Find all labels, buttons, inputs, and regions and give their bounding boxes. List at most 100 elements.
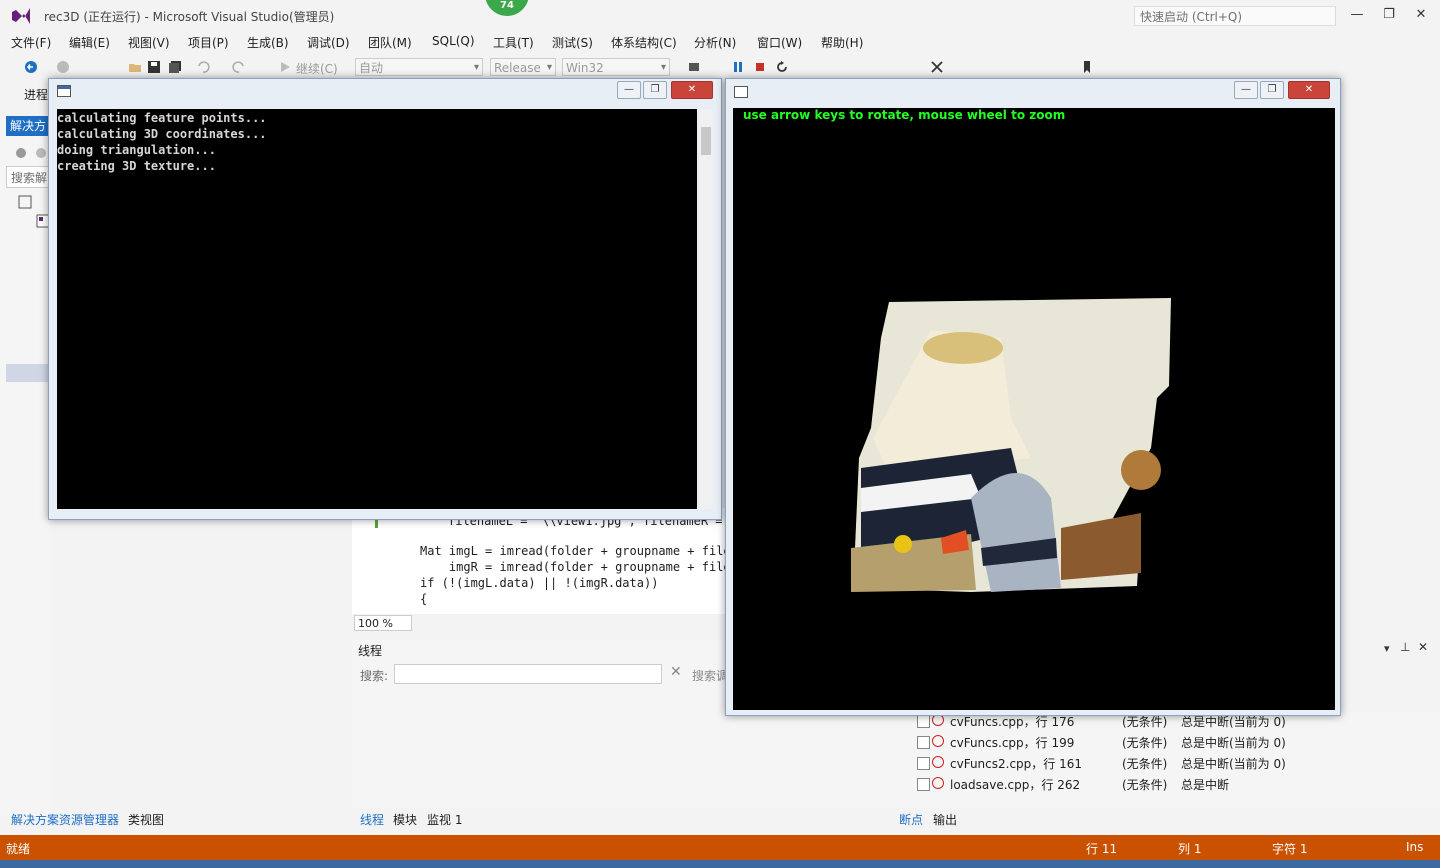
threads-title: 线程 — [358, 644, 383, 658]
menu-sql[interactable]: SQL(Q) — [432, 34, 475, 48]
breakpoint-icon — [932, 735, 944, 747]
menu-project[interactable]: 项目(P) — [188, 34, 229, 51]
console-app-icon — [57, 85, 71, 97]
breakpoint-checkbox[interactable] — [917, 778, 930, 791]
3d-render-canvas[interactable]: use arrow keys to rotate, mouse wheel to… — [733, 108, 1335, 710]
menu-file[interactable]: 文件(F) — [11, 34, 51, 51]
scrollbar-thumb[interactable] — [701, 127, 711, 155]
console-minimize-button[interactable]: — — [617, 81, 641, 99]
code-line[interactable]: Mat imgL = imread(folder + groupname + f… — [420, 544, 738, 558]
3d-viewer-window[interactable]: — ❐ ✕ use arrow keys to rotate, mouse wh… — [725, 78, 1341, 716]
menu-test[interactable]: 测试(S) — [552, 34, 593, 51]
solution-explorer-tab[interactable]: 解决方案 — [6, 116, 52, 136]
breakpoint-condition: (无条件) — [1122, 736, 1168, 750]
code-line[interactable]: if (!(imgL.data) || !(imgR.data)) — [420, 576, 658, 590]
breakpoint-condition: (无条件) — [1122, 757, 1168, 771]
menu-build[interactable]: 生成(B) — [247, 34, 289, 51]
os-taskbar — [0, 860, 1440, 868]
save-icon[interactable] — [147, 60, 161, 74]
clear-search-icon[interactable]: ✕ — [670, 664, 682, 680]
close-button[interactable]: ✕ — [1410, 6, 1432, 24]
breakpoint-checkbox[interactable] — [917, 757, 930, 770]
menu-debug[interactable]: 调试(D) — [307, 34, 350, 51]
build-config-combo[interactable]: Release — [490, 58, 556, 77]
code-editor[interactable]: filenameL = "\\view1.jpg", filenameR = M… — [352, 508, 738, 614]
maximize-button[interactable]: ❐ — [1378, 6, 1400, 24]
viewer-hint-text: use arrow keys to rotate, mouse wheel to… — [743, 108, 1066, 122]
platform-combo[interactable]: Win32 — [562, 58, 670, 77]
breakpoint-row[interactable]: cvFuncs.cpp，行 199 (无条件) 总是中断(当前为 0) — [905, 733, 1425, 753]
panel-menu-icon[interactable]: ▾ — [1384, 642, 1390, 655]
breakpoints-icon[interactable] — [930, 60, 944, 74]
bookmark-icon[interactable] — [1080, 60, 1094, 74]
console-title-bar[interactable]: — ❐ ✕ — [49, 79, 721, 105]
breakpoint-location: cvFuncs.cpp，行 199 — [950, 736, 1075, 750]
menu-window[interactable]: 窗口(W) — [757, 34, 802, 51]
console-window[interactable]: — ❐ ✕ calculating feature points... calc… — [48, 78, 722, 520]
menu-view[interactable]: 视图(V) — [128, 34, 170, 51]
menu-edit[interactable]: 编辑(E) — [69, 34, 110, 51]
status-column: 列 1 — [1178, 842, 1202, 856]
solution-node-icon[interactable] — [18, 195, 32, 209]
console-maximize-button[interactable]: ❐ — [643, 81, 667, 99]
menu-architecture[interactable]: 体系结构(C) — [611, 34, 677, 51]
tab-watch-1[interactable]: 监视 1 — [427, 811, 462, 828]
continue-play-icon[interactable] — [278, 60, 292, 74]
undo-icon[interactable] — [196, 60, 210, 74]
breakpoint-row[interactable]: cvFuncs2.cpp，行 161 (无条件) 总是中断(当前为 0) — [905, 754, 1425, 774]
console-line: creating 3D texture... — [57, 159, 216, 173]
tab-breakpoints[interactable]: 断点 — [899, 811, 923, 828]
quick-launch-input[interactable]: 快速启动 (Ctrl+Q) — [1134, 6, 1336, 26]
open-file-icon[interactable] — [128, 60, 142, 74]
code-line[interactable]: imgR = imread(folder + groupname + filen — [420, 560, 738, 574]
menu-bar: 文件(F) 编辑(E) 视图(V) 项目(P) 生成(B) 调试(D) 团队(M… — [0, 32, 1440, 52]
viewer-close-button[interactable]: ✕ — [1288, 81, 1330, 99]
breakpoint-location: cvFuncs2.cpp，行 161 — [950, 757, 1083, 771]
restart-icon[interactable] — [775, 60, 789, 74]
search-call-stack-label[interactable]: 搜索调 — [692, 667, 728, 684]
continue-label[interactable]: 继续(C) — [296, 60, 338, 77]
minimize-button[interactable]: — — [1346, 6, 1368, 24]
tab-threads[interactable]: 线程 — [360, 811, 384, 828]
zoom-combo[interactable]: 100 % — [354, 615, 412, 631]
console-close-button[interactable]: ✕ — [671, 81, 713, 99]
navigate-forward-icon[interactable] — [56, 60, 70, 74]
breakpoint-location: loadsave.cpp，行 262 — [950, 778, 1081, 792]
navigate-back-icon[interactable] — [24, 60, 38, 74]
console-line: doing triangulation... — [57, 143, 216, 157]
solution-search-input[interactable]: 搜索解 — [6, 166, 50, 188]
panel-close-icon[interactable]: ✕ — [1418, 640, 1428, 654]
console-line: calculating 3D coordinates... — [57, 127, 267, 141]
breakpoint-row[interactable]: loadsave.cpp，行 262 (无条件) 总是中断 — [905, 775, 1425, 795]
console-scrollbar[interactable] — [699, 109, 713, 509]
tab-solution-explorer[interactable]: 解决方案资源管理器 — [11, 811, 119, 828]
console-output[interactable]: calculating feature points... calculatin… — [57, 109, 697, 509]
threads-search-label: 搜索: — [360, 669, 389, 683]
textured-3d-mesh[interactable] — [851, 298, 1181, 598]
threads-search-input[interactable] — [394, 664, 662, 684]
status-line: 行 11 — [1086, 842, 1118, 856]
viewer-maximize-button[interactable]: ❐ — [1260, 81, 1284, 99]
menu-analyze[interactable]: 分析(N) — [694, 34, 736, 51]
pin-icon[interactable]: ⊥ — [1400, 640, 1410, 654]
menu-help[interactable]: 帮助(H) — [821, 34, 863, 51]
menu-team[interactable]: 团队(M) — [368, 34, 412, 51]
tab-modules[interactable]: 模块 — [393, 811, 417, 828]
back-icon[interactable] — [14, 146, 28, 160]
save-all-icon[interactable] — [168, 60, 182, 74]
attach-process-icon[interactable] — [688, 60, 702, 74]
forward-icon[interactable] — [34, 146, 48, 160]
stop-debugging-icon[interactable] — [753, 60, 767, 74]
tab-output[interactable]: 输出 — [933, 811, 957, 828]
redo-icon[interactable] — [232, 60, 246, 74]
breakpoint-checkbox[interactable] — [917, 715, 930, 728]
code-line[interactable]: { — [420, 592, 427, 606]
tab-class-view[interactable]: 类视图 — [128, 811, 164, 828]
status-insert-mode: Ins — [1406, 840, 1424, 854]
viewer-minimize-button[interactable]: — — [1234, 81, 1258, 99]
debug-target-combo[interactable]: 自动 — [355, 58, 483, 77]
breakpoint-checkbox[interactable] — [917, 736, 930, 749]
break-all-icon[interactable] — [731, 60, 745, 74]
selected-tree-item[interactable] — [6, 364, 50, 382]
menu-tools[interactable]: 工具(T) — [493, 34, 534, 51]
